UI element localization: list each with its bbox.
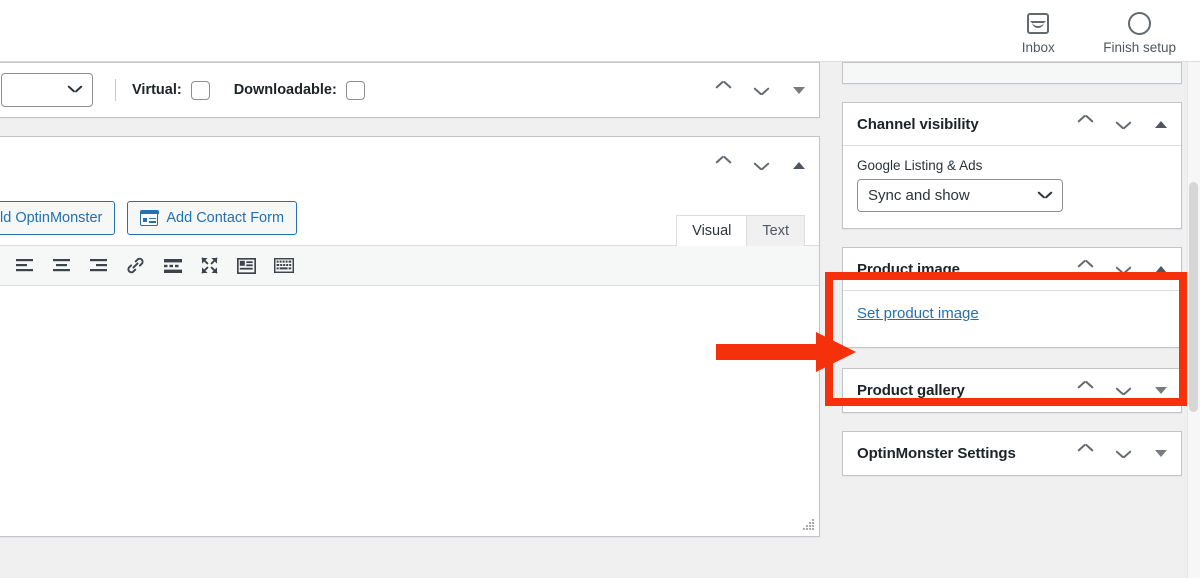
move-down-button[interactable] (1113, 444, 1133, 464)
product-data-toolbar-row: Virtual: Downloadable: (0, 63, 819, 117)
add-contact-form-label: Add Contact Form (166, 210, 285, 226)
panel-header[interactable]: Channel visibility (843, 103, 1181, 146)
tab-text[interactable]: Text (746, 215, 805, 246)
add-optinmonster-label: ld OptinMonster (0, 210, 103, 226)
editor-metabox-header (0, 137, 819, 193)
toggle-panel-button[interactable] (789, 155, 809, 175)
channel-visibility-select[interactable]: Sync and show (857, 179, 1063, 212)
product-sidebar: Channel visibility Google Listing & Ads … (842, 0, 1182, 578)
toolbar-toggle-icon[interactable] (228, 251, 265, 281)
move-up-button[interactable] (1075, 259, 1095, 279)
move-up-button[interactable] (713, 155, 733, 175)
virtual-checkbox[interactable] (190, 80, 210, 100)
metabox-order-controls (1075, 259, 1171, 279)
editor-main-column: Virtual: Downloadable: ld OptinMonster A… (0, 62, 820, 578)
metabox-order-controls (713, 80, 809, 100)
editor-media-buttons-bar: ld OptinMonster Add Contact Form Visual … (0, 193, 819, 246)
panel-body: Set product image (843, 291, 1181, 347)
align-left-icon[interactable] (6, 251, 43, 281)
move-up-button[interactable] (1075, 444, 1095, 464)
editor-content-area[interactable] (0, 286, 819, 536)
panel-title: OptinMonster Settings (857, 445, 1016, 462)
toggle-panel-button[interactable] (1151, 444, 1171, 464)
move-down-button[interactable] (751, 80, 771, 100)
panel-product-image: Product image Set product image (842, 247, 1182, 348)
align-center-icon[interactable] (43, 251, 80, 281)
panel-title: Product image (857, 260, 960, 278)
panel-header[interactable]: Product gallery (843, 369, 1181, 412)
panel-header[interactable]: OptinMonster Settings (843, 432, 1181, 475)
virtual-label: Virtual: (132, 82, 182, 98)
add-contact-form-button[interactable]: Add Contact Form (127, 201, 298, 235)
tab-visual[interactable]: Visual (676, 215, 748, 246)
move-down-button[interactable] (1113, 381, 1133, 401)
panel-title: Channel visibility (857, 115, 979, 133)
virtual-field: Virtual: (132, 80, 210, 100)
set-product-image-link[interactable]: Set product image (857, 305, 979, 322)
panel-title: Product gallery (857, 382, 965, 399)
downloadable-field: Downloadable: (233, 80, 365, 100)
product-data-metabox: Virtual: Downloadable: (0, 62, 820, 118)
sidebar-partial-panel (842, 62, 1182, 84)
toggle-panel-button[interactable] (1151, 114, 1171, 134)
add-optinmonster-button[interactable]: ld OptinMonster (0, 201, 116, 235)
divider (115, 79, 116, 101)
move-up-button[interactable] (1075, 381, 1095, 401)
resize-grip-icon[interactable] (802, 519, 816, 533)
downloadable-checkbox[interactable] (345, 80, 365, 100)
toggle-panel-button[interactable] (789, 80, 809, 100)
tab-text-label: Text (762, 223, 789, 239)
contact-form-icon (139, 210, 159, 226)
insert-read-more-icon[interactable] (154, 251, 191, 281)
fullscreen-icon[interactable] (191, 251, 228, 281)
panel-header[interactable]: Product image (843, 248, 1181, 291)
page-scrollbar[interactable] (1187, 62, 1200, 578)
align-right-icon[interactable] (80, 251, 117, 281)
move-down-button[interactable] (1113, 114, 1133, 134)
panel-optinmonster-settings: OptinMonster Settings (842, 431, 1182, 476)
move-up-button[interactable] (1075, 114, 1095, 134)
downloadable-label: Downloadable: (233, 82, 337, 98)
insert-link-icon[interactable] (117, 251, 154, 281)
move-up-button[interactable] (713, 80, 733, 100)
panel-channel-visibility: Channel visibility Google Listing & Ads … (842, 102, 1182, 229)
move-down-button[interactable] (1113, 259, 1133, 279)
scrollbar-thumb[interactable] (1189, 182, 1198, 412)
product-type-select[interactable] (1, 73, 93, 107)
keyboard-shortcuts-icon[interactable] (265, 251, 302, 281)
editor-mode-tabs: Visual Text (676, 215, 805, 246)
tab-visual-label: Visual (692, 223, 732, 239)
editor-format-toolbar (0, 246, 819, 286)
product-description-metabox: ld OptinMonster Add Contact Form Visual … (0, 136, 820, 537)
metabox-order-controls (1075, 381, 1171, 401)
move-down-button[interactable] (751, 155, 771, 175)
channel-visibility-value: Sync and show (868, 187, 970, 204)
metabox-order-controls (1075, 444, 1171, 464)
screenshot-root: Inbox Finish setup Virtual: Downloadable… (0, 0, 1200, 578)
chevron-down-icon (1038, 191, 1052, 199)
metabox-order-controls (1075, 114, 1171, 134)
metabox-order-controls (713, 155, 809, 175)
panel-body: Google Listing & Ads Sync and show (843, 146, 1181, 228)
panel-product-gallery: Product gallery (842, 368, 1182, 413)
chevron-down-icon (68, 85, 82, 93)
toggle-panel-button[interactable] (1151, 259, 1171, 279)
google-listing-ads-label: Google Listing & Ads (857, 158, 983, 173)
toggle-panel-button[interactable] (1151, 381, 1171, 401)
